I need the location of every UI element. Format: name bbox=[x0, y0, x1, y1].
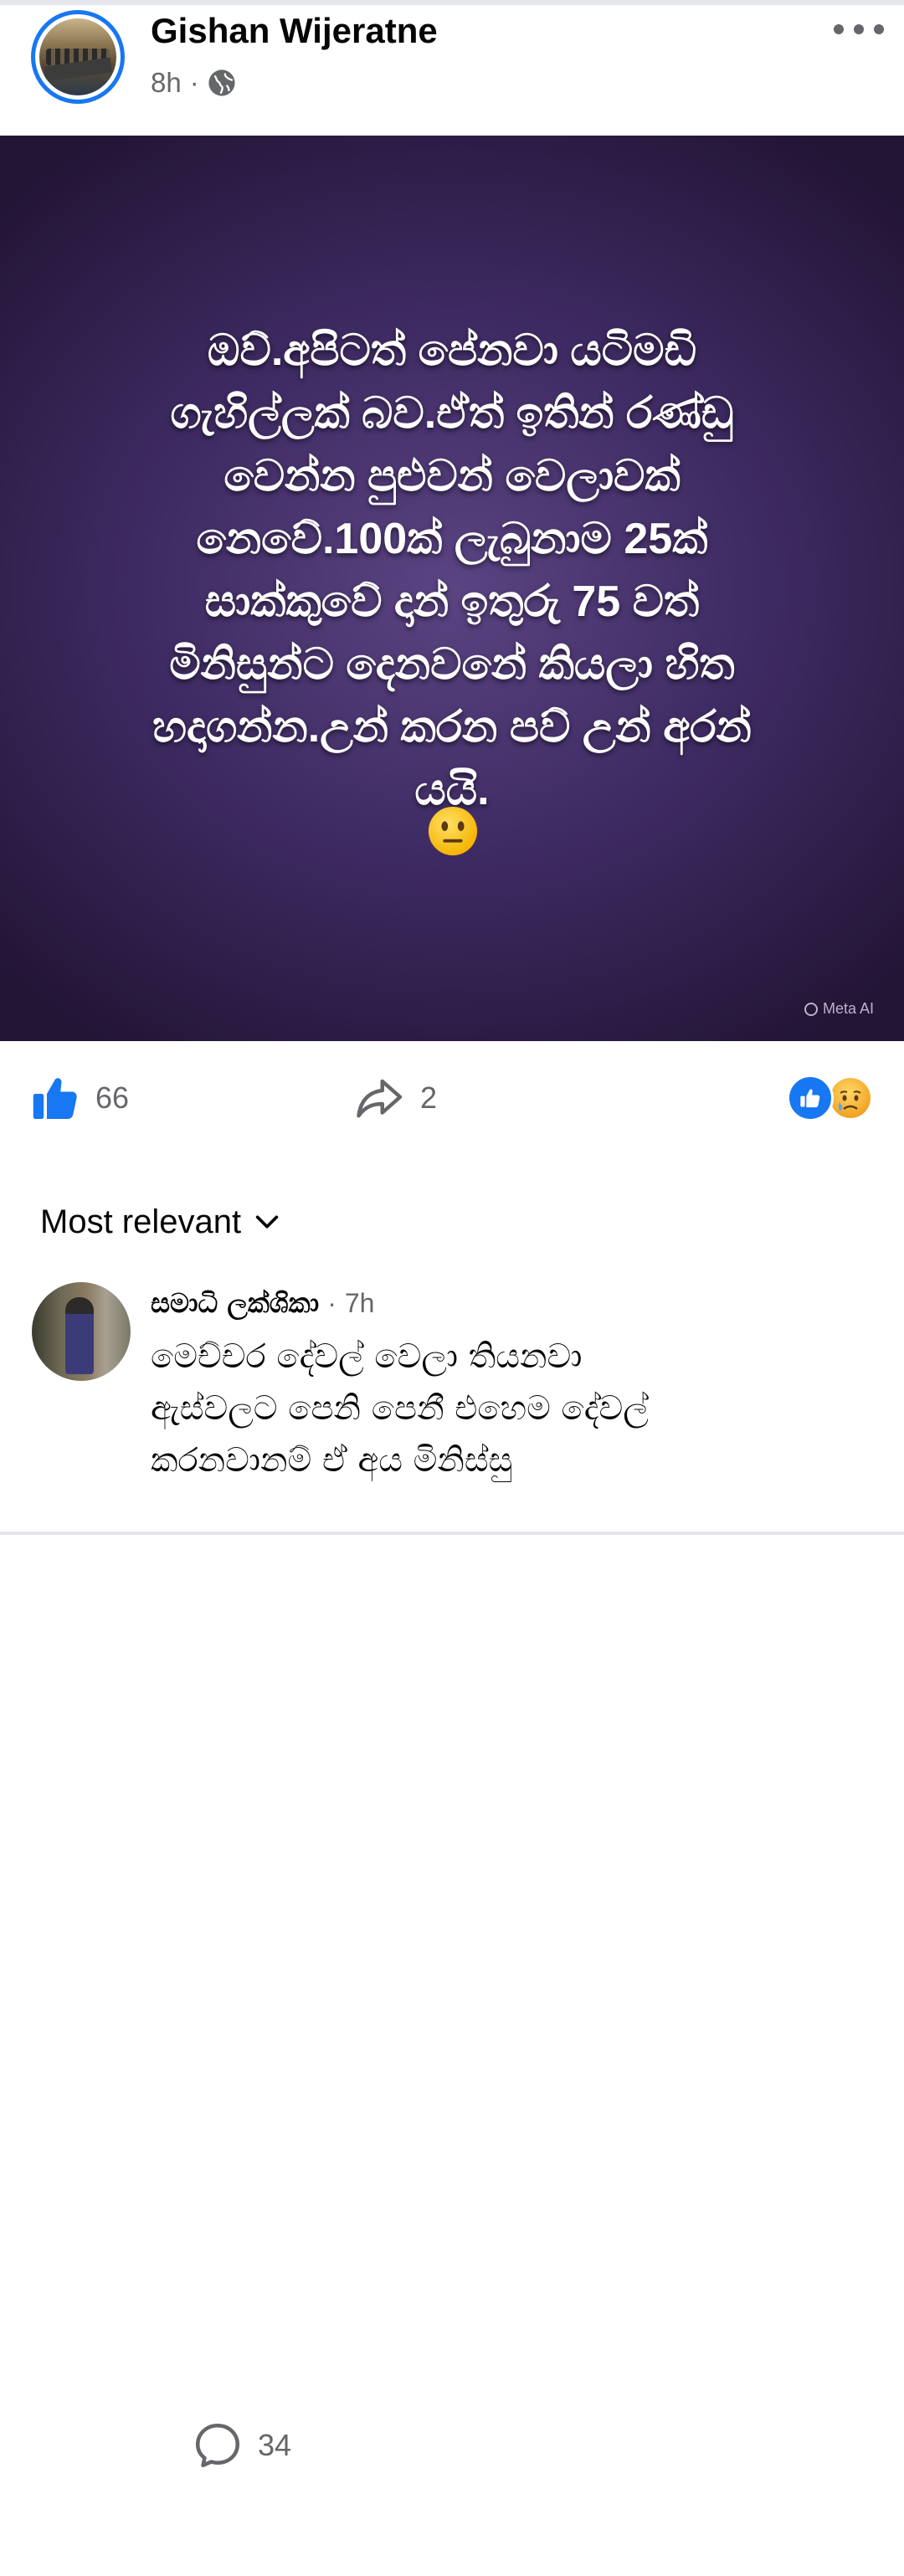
meta-ai-watermark: Meta AI bbox=[804, 1000, 874, 1018]
commenter-avatar[interactable] bbox=[32, 1282, 131, 1381]
comment-icon bbox=[196, 2424, 239, 2467]
meta-ai-icon bbox=[804, 1002, 818, 1016]
like-count: 66 bbox=[95, 1080, 130, 1115]
comment-text: මෙච්චර දේවල් වෙලා තියනවා ඇස්වලට පෙනි පෙන… bbox=[151, 1337, 649, 1480]
globe-icon[interactable] bbox=[208, 69, 236, 97]
post-actions: 66 34 2 bbox=[0, 1041, 904, 2467]
sad-reaction-icon bbox=[827, 1075, 874, 1121]
post-image-text: ඔව්.අපිටත් පේනවා යටිමඩි ගැහිල්ලක් බව.ඒත්… bbox=[152, 326, 752, 814]
author-avatar-image bbox=[39, 18, 116, 95]
neutral-face-emoji bbox=[428, 806, 478, 856]
post-header: Gishan Wijeratne 8h · bbox=[0, 5, 904, 136]
comment-count: 34 bbox=[258, 2428, 292, 2462]
meta-ai-label: Meta AI bbox=[822, 1000, 874, 1017]
share-count: 2 bbox=[420, 1080, 438, 1115]
post-image[interactable]: ඔව්.අපිටත් පේනවා යටිමඩි ගැහිල්ලක් බව.ඒත්… bbox=[0, 136, 904, 1041]
comment-separator: · bbox=[327, 1287, 336, 1318]
comment-header: සමාධි ලක්ශිකා · 7h bbox=[151, 1282, 374, 1324]
meta-separator: · bbox=[189, 67, 199, 98]
sort-label: Most relevant bbox=[40, 1203, 242, 1240]
post-time[interactable]: 8h bbox=[151, 67, 182, 99]
author-avatar[interactable] bbox=[31, 10, 125, 104]
comment-sort-dropdown[interactable]: Most relevant bbox=[40, 1198, 281, 1245]
comment-item: සමාධි ලක්ශිකා · 7h මෙච්චර දේවල් වෙලා තිය… bbox=[0, 1274, 904, 1535]
reactions-summary[interactable] bbox=[787, 1075, 874, 1121]
comment-time[interactable]: 7h bbox=[345, 1288, 375, 1319]
share-button[interactable]: 2 bbox=[353, 1071, 437, 1125]
thumbs-up-icon bbox=[33, 1078, 77, 1119]
like-reaction-icon bbox=[787, 1075, 834, 1121]
author-name[interactable]: Gishan Wijeratne bbox=[151, 10, 438, 52]
comment-button[interactable]: 34 bbox=[193, 2315, 904, 2576]
commenter-name[interactable]: සමාධි ලක්ශිකා bbox=[151, 1287, 319, 1320]
like-button[interactable]: 66 bbox=[30, 1071, 129, 1125]
bottom-divider bbox=[0, 1532, 904, 1535]
share-icon bbox=[357, 1079, 403, 1118]
post-meta: 8h · bbox=[151, 65, 236, 100]
more-horizontal-icon[interactable] bbox=[834, 17, 884, 42]
chevron-down-icon bbox=[255, 1215, 279, 1229]
